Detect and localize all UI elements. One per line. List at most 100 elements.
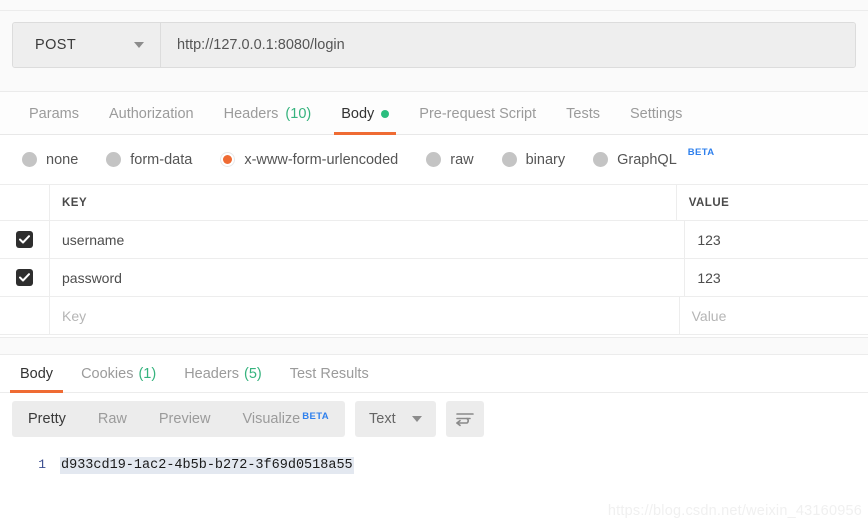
response-tab-body-label: Body <box>20 366 54 382</box>
tab-params-label: Params <box>29 105 79 122</box>
body-type-raw[interactable]: raw <box>426 151 474 168</box>
view-mode-preview-label: Preview <box>158 411 211 427</box>
table-row-key-cell-empty[interactable]: Key <box>50 297 680 334</box>
tab-tests-label: Tests <box>566 105 600 122</box>
http-method-select[interactable]: POST <box>13 23 161 67</box>
param-value-placeholder: Value <box>691 307 727 324</box>
response-format-select[interactable]: Text <box>355 401 436 437</box>
table-row-check-cell <box>0 297 50 334</box>
view-mode-pretty-label: Pretty <box>28 411 66 427</box>
response-code-area[interactable]: d933cd19-1ac2-4b5b-b272-3f69d0518a55 <box>60 455 354 525</box>
response-toolbar: Pretty Raw Preview Visualize BETA Text <box>0 393 868 445</box>
table-header-row: KEY VALUE <box>0 185 868 221</box>
request-tab-bar: Params Authorization Headers (10) Body P… <box>0 92 868 135</box>
view-mode-visualize-label: Visualize <box>242 411 301 427</box>
radio-icon <box>593 152 609 167</box>
line-number-gutter: 1 <box>0 455 60 525</box>
response-tab-cookies-label: Cookies <box>81 366 134 382</box>
word-wrap-icon <box>455 412 474 426</box>
tab-settings-label: Settings <box>629 105 683 122</box>
row-enabled-checkbox[interactable] <box>16 231 33 248</box>
body-type-graphql-label: GraphQL <box>617 151 677 168</box>
request-bar-area: POST http://127.0.0.1:8080/login <box>0 0 868 92</box>
column-header-value: VALUE <box>688 196 730 209</box>
tab-headers[interactable]: Headers (10) <box>209 92 327 135</box>
table-header-value-cell: VALUE <box>677 185 868 220</box>
response-tab-bar: Body Cookies (1) Headers (5) Test Result… <box>0 355 868 393</box>
body-type-binary-label: binary <box>525 151 566 168</box>
response-body-viewer: 1 d933cd19-1ac2-4b5b-b272-3f69d0518a55 <box>0 445 868 525</box>
radio-icon <box>22 152 37 167</box>
table-row-check-cell <box>0 221 50 258</box>
line-number: 1 <box>38 457 46 472</box>
body-type-binary[interactable]: binary <box>501 151 566 168</box>
param-key: password <box>62 269 122 286</box>
response-body-text: d933cd19-1ac2-4b5b-b272-3f69d0518a55 <box>60 457 354 474</box>
word-wrap-toggle[interactable] <box>445 401 484 437</box>
view-mode-visualize[interactable]: Visualize BETA <box>226 401 345 437</box>
radio-icon <box>501 152 517 167</box>
table-row-value-cell[interactable]: 123 <box>685 221 868 258</box>
top-divider <box>0 10 868 11</box>
table-header-key-cell: KEY <box>50 185 677 220</box>
request-url-value: http://127.0.0.1:8080/login <box>177 37 345 53</box>
chevron-down-icon <box>134 42 144 48</box>
graphql-beta-badge: BETA <box>687 147 715 158</box>
table-row-key-cell[interactable]: password <box>50 259 686 296</box>
body-type-x-www-form-urlencoded-label: x-www-form-urlencoded <box>244 151 399 168</box>
response-tab-headers-label: Headers <box>184 366 239 382</box>
table-row: password 123 <box>0 259 868 297</box>
tab-params[interactable]: Params <box>14 92 94 135</box>
param-value: 123 <box>697 269 721 286</box>
response-tab-test-results[interactable]: Test Results <box>276 355 383 393</box>
visualize-beta-badge: BETA <box>302 411 330 422</box>
pane-splitter[interactable] <box>0 337 868 355</box>
tab-pre-request-script-label: Pre-request Script <box>419 105 537 122</box>
response-tab-headers[interactable]: Headers (5) <box>170 355 276 393</box>
body-type-form-data-label: form-data <box>130 151 193 168</box>
body-type-x-www-form-urlencoded[interactable]: x-www-form-urlencoded <box>220 152 398 168</box>
postman-window: POST http://127.0.0.1:8080/login Params … <box>0 0 868 525</box>
view-mode-raw[interactable]: Raw <box>82 401 143 437</box>
response-view-mode-group: Pretty Raw Preview Visualize BETA <box>12 401 346 437</box>
tab-headers-count: (10) <box>285 105 312 122</box>
body-modified-dot-icon <box>381 109 390 118</box>
response-format-label: Text <box>369 411 396 427</box>
body-params-table: KEY VALUE username 123 password 123 Key … <box>0 185 868 335</box>
radio-icon <box>106 152 122 167</box>
table-row-value-cell[interactable]: 123 <box>685 259 868 296</box>
radio-selected-icon <box>220 152 236 167</box>
view-mode-preview[interactable]: Preview <box>143 401 227 437</box>
column-header-key: KEY <box>62 196 88 209</box>
tab-authorization-label: Authorization <box>108 105 194 122</box>
tab-body[interactable]: Body <box>326 92 404 135</box>
param-key-placeholder: Key <box>62 307 87 324</box>
body-type-none[interactable]: none <box>22 152 78 168</box>
table-row-empty: Key Value <box>0 297 868 335</box>
tab-headers-label: Headers <box>223 105 279 122</box>
request-url-row: POST http://127.0.0.1:8080/login <box>12 22 856 68</box>
response-tab-cookies[interactable]: Cookies (1) <box>67 355 170 393</box>
tab-authorization[interactable]: Authorization <box>94 92 209 135</box>
body-type-form-data[interactable]: form-data <box>106 152 192 168</box>
body-type-raw-label: raw <box>450 151 474 168</box>
response-tab-test-results-label: Test Results <box>289 366 369 382</box>
body-type-none-label: none <box>46 151 79 168</box>
tab-tests[interactable]: Tests <box>551 92 615 135</box>
tab-pre-request-script[interactable]: Pre-request Script <box>404 92 551 135</box>
table-row-value-cell-empty[interactable]: Value <box>680 297 868 334</box>
view-mode-pretty[interactable]: Pretty <box>12 401 82 437</box>
response-tab-body[interactable]: Body <box>6 355 67 393</box>
chevron-down-icon <box>411 416 422 422</box>
check-icon <box>19 235 30 244</box>
body-type-graphql[interactable]: GraphQL BETA <box>593 147 714 168</box>
response-tab-headers-count: (5) <box>244 366 262 382</box>
response-tab-cookies-count: (1) <box>138 366 157 382</box>
row-enabled-checkbox[interactable] <box>16 269 33 286</box>
view-mode-raw-label: Raw <box>97 411 127 427</box>
tab-settings[interactable]: Settings <box>615 92 697 135</box>
http-method-label: POST <box>35 37 77 53</box>
table-row-key-cell[interactable]: username <box>50 221 686 258</box>
param-value: 123 <box>697 231 721 248</box>
request-url-input[interactable]: http://127.0.0.1:8080/login <box>161 23 855 67</box>
